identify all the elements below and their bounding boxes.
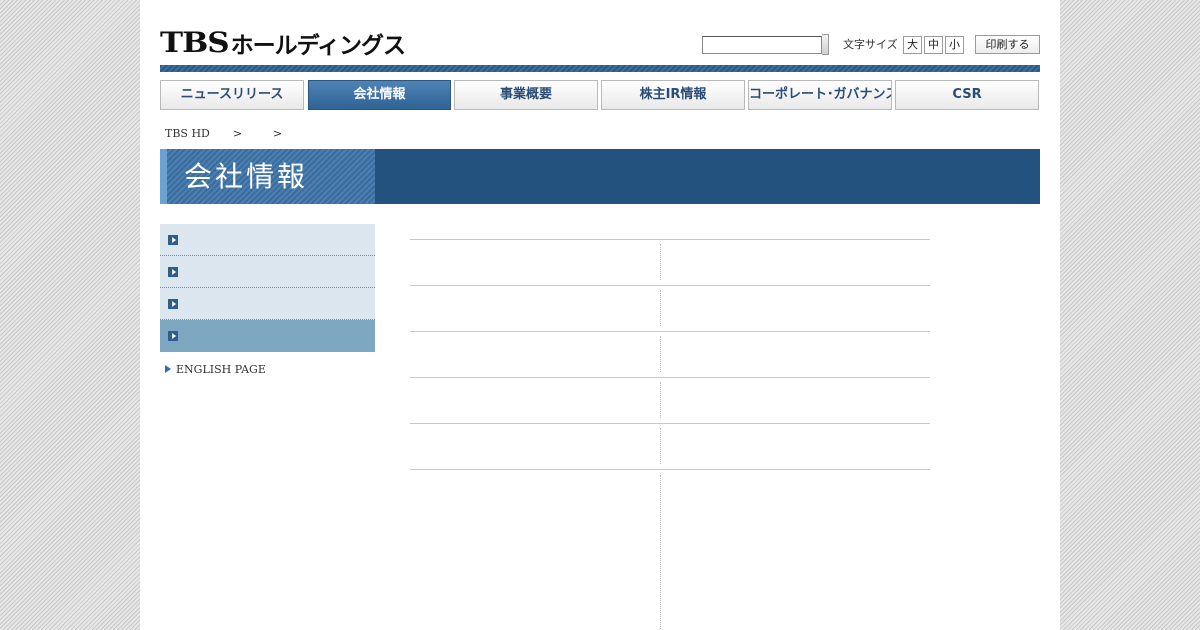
grid-divider (410, 469, 930, 470)
global-nav: ニュースリリース 会社情報 事業概要 株主IR情報 コーポレート･ガバナンス C… (160, 80, 1040, 110)
breadcrumb-separator: > (233, 127, 243, 140)
logo-sub-text: ホールディングス (230, 33, 406, 59)
nav-item-csr[interactable]: CSR (895, 80, 1039, 110)
english-page-link[interactable]: ENGLISH PAGE (165, 364, 266, 376)
search-button[interactable] (822, 34, 829, 55)
font-size-medium-button[interactable]: 中 (924, 36, 943, 54)
triangle-right-icon (165, 365, 171, 373)
nav-item-corporate-governance[interactable]: コーポレート･ガバナンス (748, 80, 892, 110)
grid-column-separator (660, 475, 661, 630)
english-page-label: ENGLISH PAGE (176, 363, 266, 376)
font-size-label: 文字サイズ (843, 38, 898, 51)
font-size-small-button[interactable]: 小 (945, 36, 964, 54)
grid-column-separator (660, 244, 661, 280)
sidebar-item[interactable] (160, 288, 375, 320)
page-title-banner: 会社情報 (160, 149, 1040, 204)
arrow-right-icon (168, 235, 178, 245)
arrow-right-icon (168, 299, 178, 309)
grid-divider (410, 377, 930, 378)
nav-item-company-info[interactable]: 会社情報 (308, 80, 451, 110)
title-accent-stripe (160, 149, 167, 204)
title-pattern-panel: 会社情報 (167, 149, 375, 204)
sidebar-menu (160, 224, 375, 352)
sidebar-item[interactable] (160, 256, 375, 288)
breadcrumb-home-link[interactable]: TBS HD (165, 127, 210, 140)
grid-divider (410, 331, 930, 332)
arrow-right-icon (168, 267, 178, 277)
font-size-large-button[interactable]: 大 (903, 36, 922, 54)
page-title: 会社情報 (184, 160, 309, 193)
sidebar-item-active[interactable] (160, 320, 375, 352)
grid-column-separator (660, 336, 661, 372)
header-divider-bar (160, 65, 1040, 72)
arrow-right-icon (168, 331, 178, 341)
nav-item-news-release[interactable]: ニュースリリース (160, 80, 304, 110)
nav-item-business-overview[interactable]: 事業概要 (454, 80, 598, 110)
breadcrumb: TBS HD > > (165, 127, 282, 140)
logo-main-text: TBS (160, 26, 230, 60)
breadcrumb-separator: > (273, 127, 283, 140)
grid-column-separator (660, 428, 661, 464)
grid-column-separator (660, 290, 661, 326)
grid-divider (410, 423, 930, 424)
page-container: TBS ホールディングス 文字サイズ 大 中 小 印刷する ニュースリリース 会… (140, 0, 1060, 630)
print-button[interactable]: 印刷する (975, 35, 1040, 54)
grid-column-separator (660, 382, 661, 418)
grid-divider (410, 239, 930, 240)
sidebar-item[interactable] (160, 224, 375, 256)
nav-item-investor-relations[interactable]: 株主IR情報 (601, 80, 745, 110)
tbs-holdings-logo[interactable]: TBS ホールディングス (160, 26, 406, 60)
search-input[interactable] (702, 36, 822, 54)
grid-divider (410, 285, 930, 286)
